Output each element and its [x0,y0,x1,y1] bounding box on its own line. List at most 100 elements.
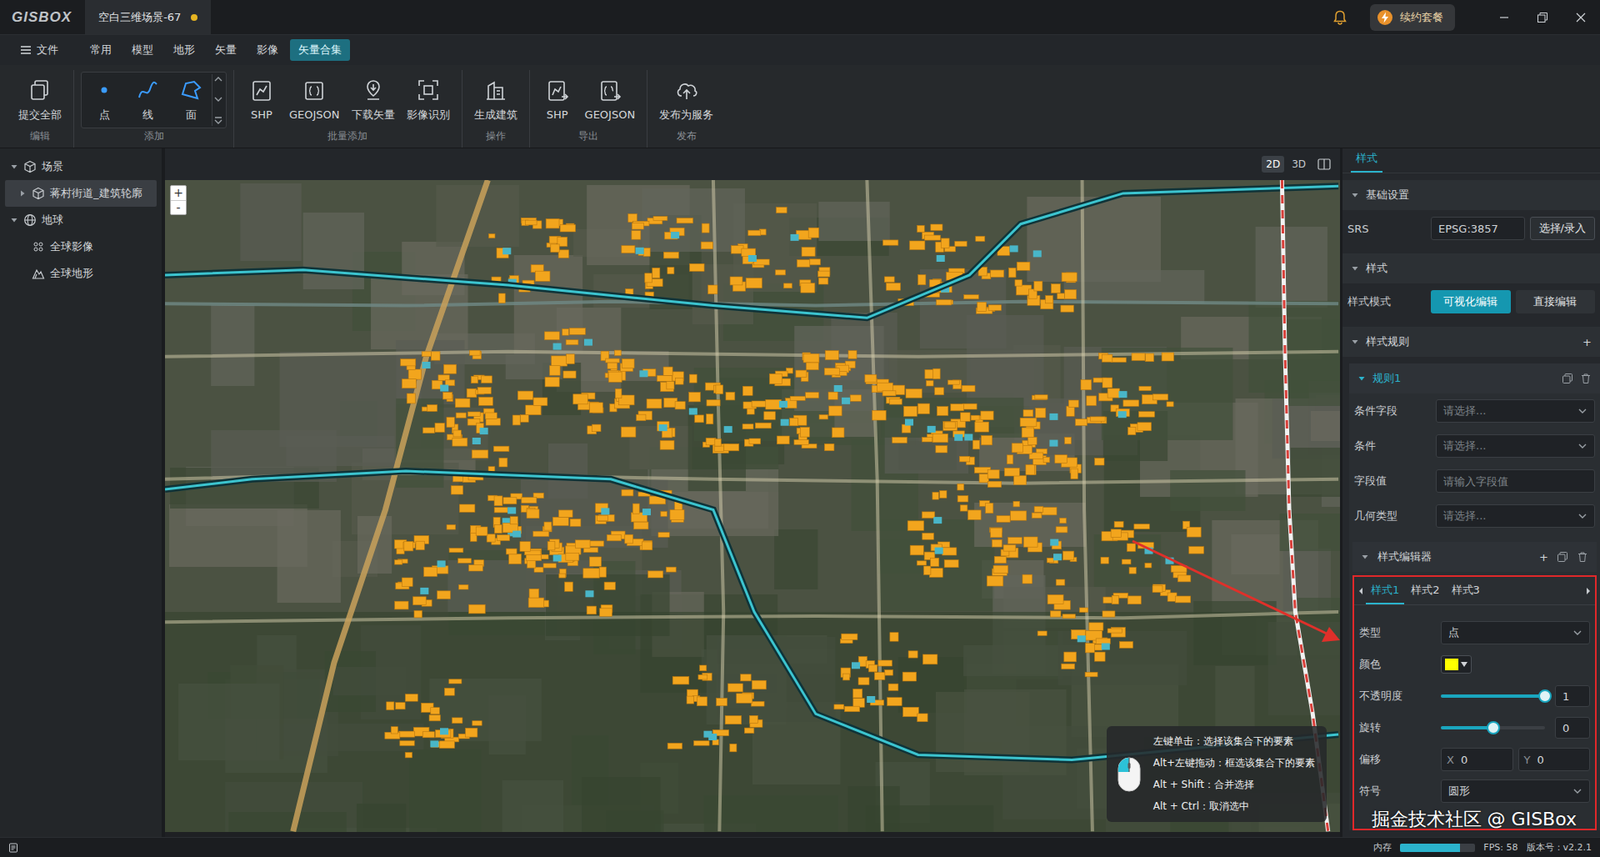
field-select[interactable]: 请选择... [1435,504,1595,528]
map-view[interactable]: +-左键单击：选择该集合下的要素Alt+左键拖动：框选该集合下的要素Alt + … [165,180,1340,832]
section-header[interactable]: 规则1 [1349,363,1600,394]
log-icon[interactable] [8,842,19,853]
tool-label[interactable]: 下载矢量 [351,107,395,123]
menu-item[interactable]: 矢量合集 [290,39,350,61]
offset-y-field[interactable]: Y0 [1518,747,1591,771]
menu-item[interactable]: 影像 [248,39,287,61]
tool-label[interactable]: 点 [99,107,110,123]
tool-button[interactable]: 发布为服务 [654,74,719,126]
property-select[interactable]: 点 [1440,620,1590,645]
scroll-down-icon[interactable] [214,95,223,103]
tool-button[interactable]: 影像识别 [401,74,455,126]
tree-row[interactable]: 蒋村街道_建筑轮廓 [5,180,157,207]
tool-button[interactable]: GEOJSON [580,75,641,125]
tool-button[interactable]: 线 [126,74,169,126]
menu-item[interactable]: 常用 [81,39,120,61]
section-header[interactable]: 样式 [1342,253,1600,284]
field-select[interactable]: 请选择... [1435,399,1595,423]
offset-x-field[interactable]: X0 [1440,747,1514,771]
expanded-caret-icon[interactable] [10,215,19,225]
section-title[interactable]: 样式 [1365,260,1592,276]
add-rule-button[interactable]: + [1582,335,1592,349]
tool-label[interactable]: 面 [185,107,197,123]
renew-button[interactable]: 续约套餐 [1370,4,1455,31]
offset-y-value[interactable]: 0 [1536,753,1544,766]
expanded-caret-icon[interactable] [1350,264,1360,273]
section-header[interactable]: 基础设置 [1342,180,1600,210]
expand-gallery-icon[interactable] [214,115,223,125]
renew-label[interactable]: 续约套餐 [1400,10,1444,25]
view-mode-button[interactable]: 3D [1287,155,1310,173]
menu-label[interactable]: 矢量 [215,42,237,58]
panel-tab[interactable]: 样式 [1350,150,1383,173]
section-header[interactable]: 样式编辑器 + [1352,541,1597,572]
tool-label[interactable]: GEOJSON [585,108,636,121]
select-value[interactable]: 圆形 [1448,783,1470,799]
srs-select-button[interactable]: 选择/录入 [1530,216,1595,240]
tool-button[interactable]: SHP [240,75,283,125]
menu-item[interactable]: 模型 [123,39,162,61]
section-title[interactable]: 基础设置 [1365,187,1592,203]
tool-label[interactable]: 发布为服务 [659,107,714,123]
view-mode-button[interactable]: 2D [1261,155,1285,173]
add-style-button[interactable]: + [1539,550,1549,564]
tool-button[interactable]: 下载矢量 [346,74,400,126]
tool-button[interactable]: 点 [83,74,125,126]
offset-x-value[interactable]: 0 [1460,753,1468,766]
select-placeholder[interactable]: 请选择... [1443,403,1486,419]
select-placeholder[interactable]: 请选择... [1443,508,1486,524]
expanded-caret-icon[interactable] [1350,337,1360,346]
minimize-icon[interactable] [1485,0,1524,35]
style-mode-button[interactable]: 直接编辑 [1515,290,1596,314]
section-title[interactable]: 样式编辑器 [1377,549,1531,565]
style-mode-button[interactable]: 可视化编辑 [1430,290,1511,314]
delete-icon[interactable] [1580,372,1592,385]
color-picker[interactable] [1440,655,1472,674]
tree-row[interactable]: 全球影像 [5,233,157,260]
slider-knob[interactable] [1538,689,1552,703]
select-value[interactable]: 点 [1448,625,1460,640]
expanded-caret-icon[interactable] [1350,190,1360,200]
document-tab[interactable]: 空白三维场景-67 [85,0,211,35]
tabs-left-icon[interactable] [1357,586,1365,595]
tool-button[interactable]: 提交全部 [13,74,67,126]
tool-label[interactable]: SHP [250,108,273,121]
slider-knob[interactable] [1486,720,1500,735]
menu-label[interactable]: 文件 [36,42,59,58]
tool-label[interactable]: 影像识别 [406,107,450,123]
copy-icon[interactable] [1556,550,1569,563]
expanded-caret-icon[interactable] [1360,552,1370,561]
tree-label[interactable]: 地球 [41,212,64,228]
tree-row[interactable]: 地球 [5,206,157,234]
menu-item[interactable]: 文件 [11,39,67,61]
split-view-icon[interactable] [1313,155,1335,173]
tree-row[interactable]: 全球地形 [5,260,157,287]
document-title[interactable]: 空白三维场景-67 [98,10,181,25]
section-header[interactable]: 样式规则+ [1342,326,1600,357]
select-placeholder[interactable]: 请选择... [1443,438,1486,454]
tabs-right-icon[interactable] [1585,586,1592,595]
delete-icon[interactable] [1576,550,1589,563]
menu-label[interactable]: 地形 [173,42,195,58]
menu-item[interactable]: 矢量 [206,39,245,61]
property-select[interactable]: 圆形 [1440,779,1590,803]
tree-label[interactable]: 场景 [41,159,64,175]
scroll-up-icon[interactable] [214,75,223,83]
slider-track[interactable] [1440,694,1545,698]
slider-value[interactable]: 0 [1555,716,1590,739]
expanded-caret-icon[interactable] [10,162,19,171]
field-value-input[interactable] [1435,469,1595,493]
bell-icon[interactable] [1331,9,1349,26]
style-tab[interactable]: 样式1 [1365,577,1405,605]
tool-button[interactable]: SHP [536,75,579,125]
menu-label[interactable]: 影像 [256,42,279,58]
tool-label[interactable]: SHP [546,108,569,121]
restore-icon[interactable] [1523,0,1562,35]
copy-icon[interactable] [1561,372,1574,385]
tree-row[interactable]: 场景 [5,153,157,180]
slider-track[interactable] [1440,725,1545,730]
srs-field[interactable]: EPSG:3857 [1430,216,1525,240]
color-swatch[interactable] [1445,658,1459,670]
tool-label[interactable]: GEOJSON [289,108,340,121]
tool-button[interactable]: GEOJSON [284,75,345,125]
